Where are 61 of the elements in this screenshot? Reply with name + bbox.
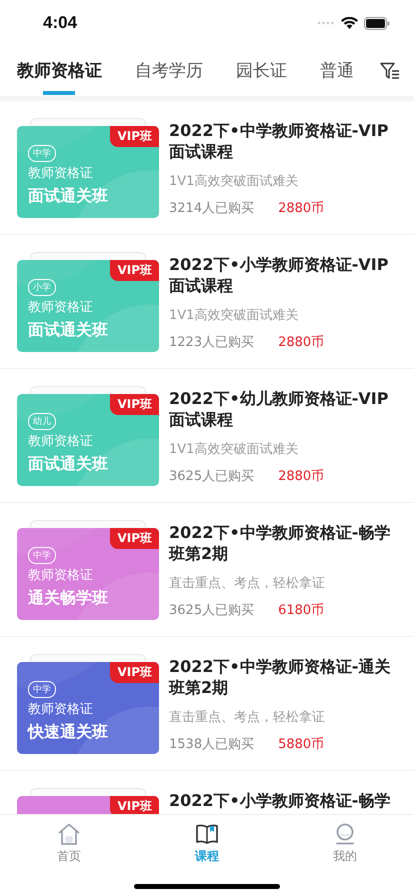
nav-tab[interactable]: 我的 bbox=[315, 823, 375, 865]
cover-title: 通关畅学班 bbox=[28, 588, 108, 609]
purchase-count: 1223人已购买 bbox=[169, 334, 254, 351]
battery-icon bbox=[364, 16, 390, 30]
course-cover[interactable]: VIP班 中学 教师资格证 快速通关班 bbox=[17, 662, 159, 754]
course-description: 直击重点、考点，轻松拿证 bbox=[169, 575, 326, 592]
category-tab[interactable]: 普通 bbox=[320, 46, 354, 96]
status-time: 4:04 bbox=[43, 13, 78, 33]
course-price: 5880币 bbox=[278, 736, 324, 753]
cover-title: 面试通关班 bbox=[28, 186, 108, 207]
course-cover[interactable]: VIP班 中学 教师资格证 通关畅学班 bbox=[17, 528, 159, 620]
course-price: 2880币 bbox=[278, 468, 324, 485]
course-cover[interactable]: VIP班 bbox=[17, 796, 159, 814]
course-price: 2880币 bbox=[278, 200, 324, 217]
cover-subtitle: 教师资格证 bbox=[28, 701, 93, 718]
purchase-count: 3625人已购买 bbox=[169, 468, 254, 485]
course-title[interactable]: 2022下•中学教师资格证-通关班第2期 bbox=[169, 656, 394, 698]
course-price: 2880币 bbox=[278, 334, 324, 351]
course-cover[interactable]: VIP班 中学 教师资格证 面试通关班 bbox=[17, 126, 159, 218]
wifi-icon bbox=[341, 17, 358, 29]
course-description: 1V1高效突破面试难关 bbox=[169, 173, 300, 190]
cover-title: 面试通关班 bbox=[28, 320, 108, 341]
course-title[interactable]: 2022下•小学教师资格证-畅学 bbox=[169, 790, 394, 811]
cover-title: 面试通关班 bbox=[28, 454, 108, 475]
course-title[interactable]: 2022下•中学教师资格证-VIP面试课程 bbox=[169, 120, 394, 162]
course-cover[interactable]: VIP班 小学 教师资格证 面试通关班 bbox=[17, 260, 159, 352]
course-title[interactable]: 2022下•幼儿教师资格证-VIP面试课程 bbox=[169, 388, 394, 430]
category-tab[interactable]: 教师资格证 bbox=[17, 46, 102, 96]
level-tag: 小学 bbox=[28, 279, 56, 296]
profile-icon bbox=[334, 823, 356, 845]
purchase-count: 1538人已购买 bbox=[169, 736, 254, 753]
cover-subtitle: 教师资格证 bbox=[28, 433, 93, 450]
course-description: 直击重点、考点，轻松拿证 bbox=[169, 709, 326, 726]
purchase-count: 3214人已购买 bbox=[169, 200, 254, 217]
course-price: 6180币 bbox=[278, 602, 324, 619]
vip-badge: VIP班 bbox=[110, 126, 159, 147]
course-title[interactable]: 2022下•小学教师资格证-VIP面试课程 bbox=[169, 254, 394, 296]
level-tag: 中学 bbox=[28, 547, 56, 564]
vip-badge: VIP班 bbox=[110, 662, 159, 683]
book-icon bbox=[195, 823, 219, 845]
category-tab[interactable]: 自考学历 bbox=[135, 46, 203, 96]
level-tag: 幼儿 bbox=[28, 413, 56, 430]
course-description: 1V1高效突破面试难关 bbox=[169, 441, 300, 458]
course-description: 1V1高效突破面试难关 bbox=[169, 307, 300, 324]
level-tag: 中学 bbox=[28, 681, 56, 698]
purchase-count: 3625人已购买 bbox=[169, 602, 254, 619]
vip-badge: VIP班 bbox=[110, 260, 159, 281]
cover-subtitle: 教师资格证 bbox=[28, 165, 93, 182]
category-tab[interactable]: 园长证 bbox=[236, 46, 287, 96]
cover-subtitle: 教师资格证 bbox=[28, 567, 93, 584]
cover-subtitle: 教师资格证 bbox=[28, 299, 93, 316]
nav-tab[interactable]: 首页 bbox=[39, 823, 99, 865]
level-tag: 中学 bbox=[28, 145, 56, 162]
signal-icon bbox=[317, 21, 335, 25]
home-icon bbox=[57, 823, 81, 845]
course-cover[interactable]: VIP班 幼儿 教师资格证 面试通关班 bbox=[17, 394, 159, 486]
vip-badge: VIP班 bbox=[110, 796, 159, 814]
vip-badge: VIP班 bbox=[110, 394, 159, 415]
cover-title: 快速通关班 bbox=[28, 722, 108, 743]
course-title[interactable]: 2022下•中学教师资格证-畅学班第2期 bbox=[169, 522, 394, 564]
vip-badge: VIP班 bbox=[110, 528, 159, 549]
